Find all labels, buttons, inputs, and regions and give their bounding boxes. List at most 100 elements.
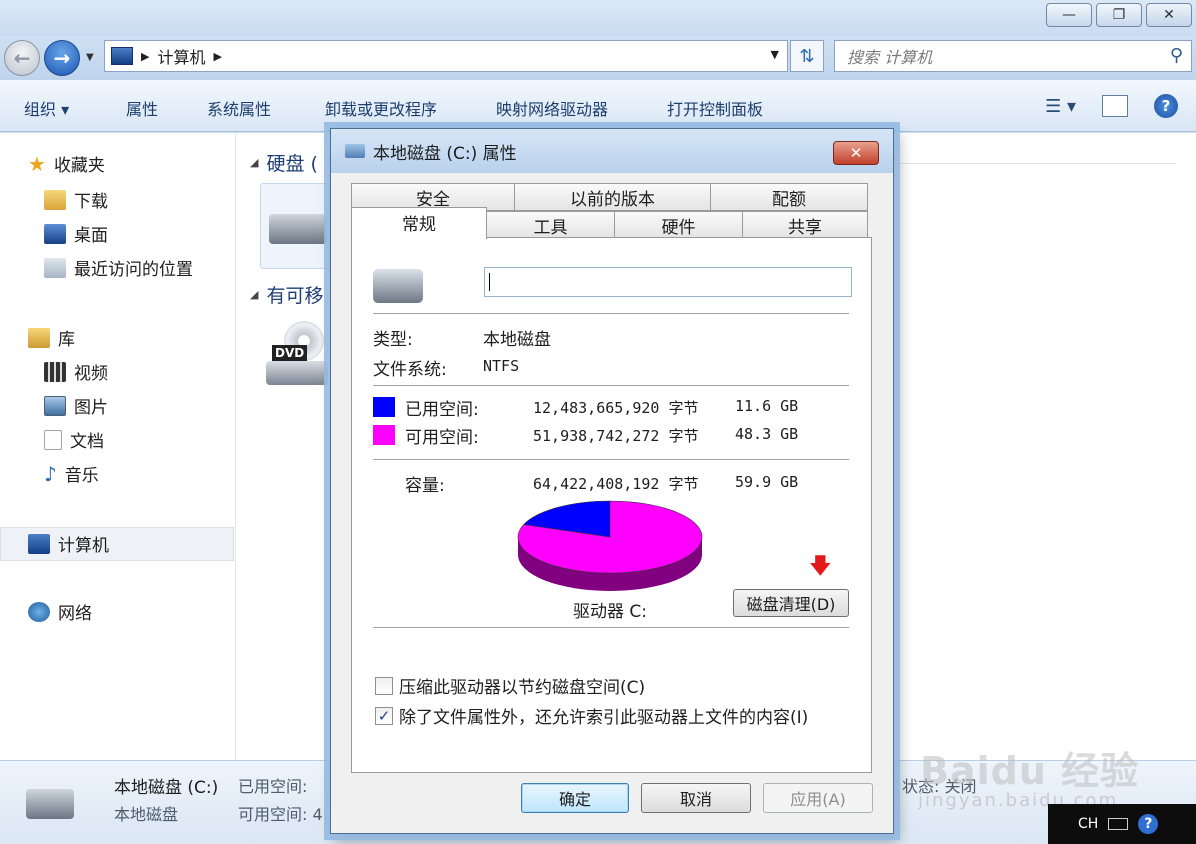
preview-pane-icon[interactable] xyxy=(1102,95,1128,117)
address-bar[interactable]: ▶ 计算机 ▶ ▼ xyxy=(104,40,788,72)
sidebar-item-recent-places[interactable]: 最近访问的位置 xyxy=(44,255,193,280)
index-label[interactable]: 除了文件属性外，还允许索引此驱动器上文件的内容(I) xyxy=(399,703,808,728)
sidebar-item-desktop[interactable]: 桌面 xyxy=(44,221,108,246)
arrow-right-icon: → xyxy=(53,46,71,70)
sidebar-item-label: 桌面 xyxy=(74,226,108,246)
drive-large-icon xyxy=(373,269,423,303)
documents-icon xyxy=(44,429,62,450)
properties-button[interactable]: 属性 xyxy=(126,96,158,120)
sidebar-item-libraries[interactable]: 库 xyxy=(28,325,75,350)
input-language[interactable]: CH xyxy=(1078,816,1098,832)
help-icon[interactable]: ? xyxy=(1154,94,1178,118)
sidebar-item-label: 音乐 xyxy=(64,466,99,486)
tab-tools[interactable]: 工具 xyxy=(486,211,615,239)
search-icon[interactable]: ⚲ xyxy=(1170,45,1183,66)
sidebar-item-network[interactable]: 网络 xyxy=(28,599,92,624)
arrow-left-icon: ← xyxy=(13,46,31,70)
tab-sharing[interactable]: 共享 xyxy=(742,211,868,239)
view-controls: ☰ ▾ ? xyxy=(1045,94,1178,118)
button-label: 确定 xyxy=(558,790,591,809)
star-icon: ★ xyxy=(28,151,46,176)
details-drive-type: 本地磁盘 xyxy=(114,805,179,824)
volume-label-input[interactable] xyxy=(484,267,852,297)
uninstall-program-button[interactable]: 卸载或更改程序 xyxy=(325,96,437,120)
search-input[interactable]: 搜索 计算机 ⚲ xyxy=(834,40,1192,72)
sidebar-item-label: 收藏夹 xyxy=(53,156,105,176)
collapse-triangle-icon[interactable]: ◢ xyxy=(250,288,258,301)
cancel-button[interactable]: 取消 xyxy=(641,783,751,813)
filesystem-value: NTFS xyxy=(483,357,520,375)
address-dropdown-icon[interactable]: ▼ xyxy=(771,48,779,61)
navigation-pane: ★ 收藏夹 下载 桌面 最近访问的位置 库 视频 图片 文档 ♪ 音乐 计算机 … xyxy=(0,133,236,760)
video-icon xyxy=(44,361,66,382)
index-checkbox[interactable]: ✓ xyxy=(375,707,393,725)
sidebar-item-music[interactable]: ♪ 音乐 xyxy=(44,461,99,487)
change-view-icon[interactable]: ☰ ▾ xyxy=(1045,96,1076,117)
breadcrumb-separator-icon[interactable]: ▶ xyxy=(141,50,149,63)
network-icon xyxy=(28,601,50,622)
sidebar-item-downloads[interactable]: 下载 xyxy=(44,187,108,212)
sidebar-item-favorites[interactable]: ★ 收藏夹 xyxy=(28,151,105,177)
help-icon[interactable]: ? xyxy=(1138,814,1159,834)
collapse-triangle-icon[interactable]: ◢ xyxy=(250,156,258,169)
drive-c-tile[interactable] xyxy=(260,183,334,269)
downloads-folder-icon xyxy=(44,189,66,210)
sidebar-item-label: 库 xyxy=(58,330,75,350)
breadcrumb-computer[interactable]: 计算机 xyxy=(157,44,205,68)
hard-disks-group-header[interactable]: ◢ 硬盘 ( xyxy=(250,149,318,176)
keyboard-icon[interactable] xyxy=(1108,818,1129,830)
dialog-close-button[interactable]: ✕ xyxy=(833,141,879,165)
type-label: 类型: xyxy=(373,330,413,350)
disk-cleanup-button[interactable]: 磁盘清理(D) xyxy=(733,589,849,617)
sidebar-item-pictures[interactable]: 图片 xyxy=(44,393,108,418)
tab-hardware[interactable]: 硬件 xyxy=(614,211,743,239)
compress-checkbox[interactable] xyxy=(375,677,393,695)
free-space-swatch xyxy=(373,425,395,445)
capacity-label: 容量: xyxy=(405,476,445,496)
ok-button[interactable]: 确定 xyxy=(521,783,629,813)
map-network-drive-button[interactable]: 映射网络驱动器 xyxy=(496,96,608,120)
sidebar-item-label: 最近访问的位置 xyxy=(74,260,193,280)
sidebar-item-documents[interactable]: 文档 xyxy=(44,427,104,452)
sidebar-item-label: 文档 xyxy=(70,432,104,452)
forward-button[interactable]: → xyxy=(44,40,80,76)
system-tray: CH ? xyxy=(1048,804,1196,844)
tab-quota[interactable]: 配额 xyxy=(710,183,868,211)
dialog-title: 本地磁盘 (C:) 属性 xyxy=(373,143,517,164)
tab-label: 安全 xyxy=(416,189,450,210)
used-space-size: 11.6 GB xyxy=(735,397,799,415)
recent-pages-dropdown[interactable]: ▼ xyxy=(86,52,94,63)
sidebar-item-computer[interactable]: 计算机 xyxy=(28,531,109,556)
details-drive-name: 本地磁盘 (C:) xyxy=(114,778,219,798)
removable-group-header[interactable]: ◢ 有可移 xyxy=(250,281,323,308)
apply-button[interactable]: 应用(A) xyxy=(763,783,873,813)
close-window-button[interactable]: ✕ xyxy=(1146,3,1192,27)
text-caret xyxy=(489,273,490,291)
minimize-button[interactable]: — xyxy=(1046,3,1092,27)
sidebar-item-label: 视频 xyxy=(74,364,108,384)
sidebar-item-videos[interactable]: 视频 xyxy=(44,359,108,384)
back-button[interactable]: ← xyxy=(4,40,40,76)
breadcrumb-separator-icon[interactable]: ▶ xyxy=(213,50,221,63)
dvd-drive-tile[interactable]: DVD xyxy=(266,321,332,391)
sidebar-item-label: 计算机 xyxy=(58,536,109,556)
system-properties-button[interactable]: 系统属性 xyxy=(207,96,271,120)
separator xyxy=(373,385,849,387)
command-toolbar: 组织 ▾ 属性 系统属性 卸载或更改程序 映射网络驱动器 打开控制面板 ☰ ▾ … xyxy=(0,80,1196,132)
tab-previous-versions[interactable]: 以前的版本 xyxy=(514,183,711,211)
refresh-button[interactable]: ⇅ xyxy=(790,40,824,72)
free-space-bytes: 51,938,742,272 字节 xyxy=(533,427,699,445)
open-control-panel-button[interactable]: 打开控制面板 xyxy=(667,96,763,120)
details-free-label: 可用空间: 4 xyxy=(238,805,323,824)
refresh-icon: ⇅ xyxy=(799,45,815,67)
sidebar-item-label: 图片 xyxy=(74,398,108,418)
music-note-icon: ♪ xyxy=(44,461,57,486)
recent-places-icon xyxy=(44,257,66,278)
pictures-icon xyxy=(44,395,66,416)
libraries-icon xyxy=(28,327,50,348)
organize-button[interactable]: 组织 ▾ xyxy=(24,96,69,120)
free-space-size: 48.3 GB xyxy=(735,425,799,443)
tab-general[interactable]: 常规 xyxy=(351,207,487,239)
maximize-button[interactable]: ❐ xyxy=(1096,3,1142,27)
compress-label[interactable]: 压缩此驱动器以节约磁盘空间(C) xyxy=(399,673,645,698)
